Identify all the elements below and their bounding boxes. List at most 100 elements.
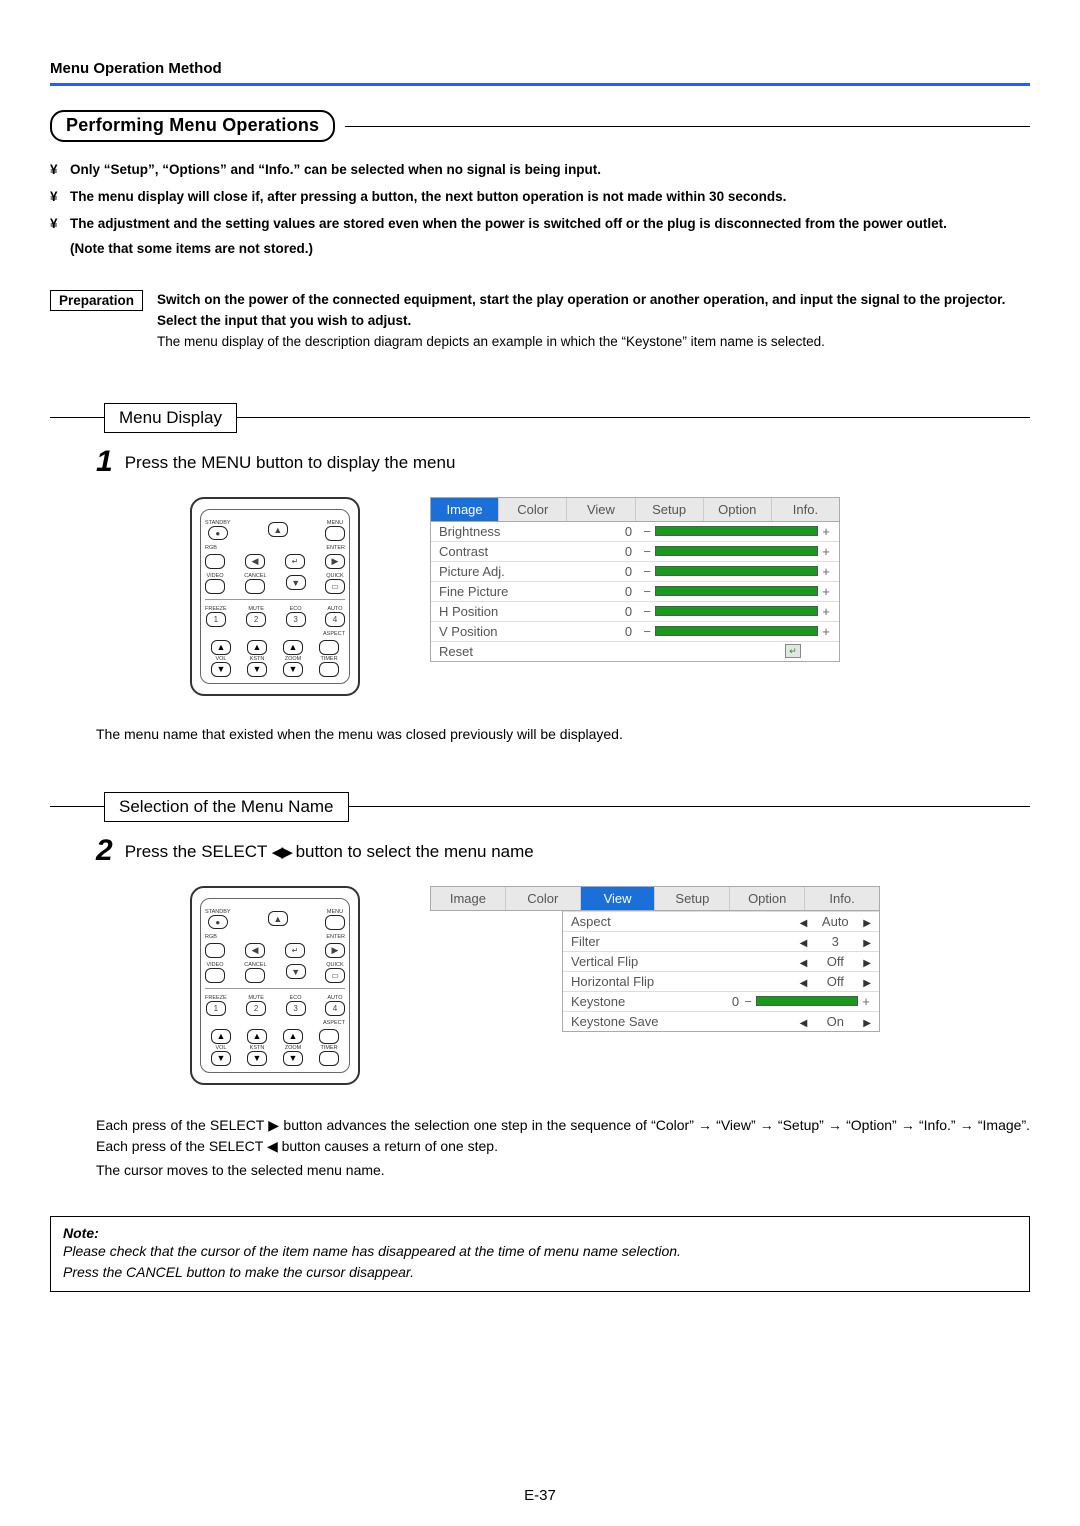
num3-button: 3 [286,1001,306,1016]
bullet-glyph: ¥ [50,160,64,181]
osd-body: AspectAuto Filter3 Vertical FlipOff Hori… [562,911,880,1032]
osd-row: Keystone Save On [563,1011,879,1031]
note-title: Note: [63,1225,1017,1241]
btn-label: MENU [327,520,343,526]
slider: −+ [743,994,871,1009]
note-box: Note: Please check that the cursor of th… [50,1216,1030,1292]
slider: −+ [642,624,831,639]
kstn-up: ▲ [247,1029,267,1044]
left-button: ◀ [245,943,265,958]
num2-button: 2 [246,612,266,627]
osd-row: Vertical FlipOff [563,951,879,971]
btn-label: ENTER [326,545,345,551]
tab-view: View [567,498,635,521]
osd-value: 0 [618,604,636,619]
up-button: ▲ [268,522,288,537]
step2-label-bar: Selection of the Menu Name [50,792,1030,822]
btn-label: VOL [215,1045,226,1051]
osd-value: Off [811,974,859,989]
osd-value: 0 [618,584,636,599]
osd-row: Filter3 [563,931,879,951]
step1-row: 1 Press the MENU button to display the m… [96,447,1030,477]
note-text: The adjustment and the setting values ar… [70,214,947,235]
prep-line2: Select the input that you wish to adjust… [157,313,411,328]
section-title-row: Performing Menu Operations [50,110,1030,142]
osd-row: V Position0−+ [431,621,839,641]
slider: −+ [642,544,831,559]
tab-color: Color [506,887,581,910]
kstn-up: ▲ [247,640,267,655]
preparation-row: Preparation Switch on the power of the c… [50,290,1030,353]
osd-value: 0 [717,994,739,1009]
osd-value: On [811,1014,859,1029]
vol-up: ▲ [211,1029,231,1044]
left-arrow-icon [800,954,808,969]
btn-label: RGB [205,934,217,940]
remote-inner: STANDBY● ▲ MENU RGB ENTER ◀ ↵ ▶ VIDEO CA… [200,898,350,1073]
osd-label: Keystone Save [571,1014,796,1029]
step1-label-bar: Menu Display [50,403,1030,433]
page-header: Menu Operation Method [50,60,1030,77]
slider: −+ [642,604,831,619]
down-button: ▼ [286,964,306,979]
btn-label: ZOOM [285,656,302,662]
osd-label: V Position [439,624,612,639]
bullet-glyph: ¥ [50,214,64,235]
osd-label: Brightness [439,524,612,539]
osd-row: AspectAuto [563,911,879,931]
right-button: ▶ [325,943,345,958]
bar-lead [50,417,104,418]
osd-row: Keystone0−+ [563,991,879,1011]
step2-text: Press the SELECT ◀▶ button to select the… [125,842,534,862]
btn-label: MUTE [248,606,264,612]
osd-label: Horizontal Flip [571,974,796,989]
prep-line3: The menu display of the description diag… [157,334,825,349]
bullet-glyph: ¥ [50,187,64,208]
osd-menu-view: Image Color View Setup Option Info. Aspe… [430,886,880,1032]
bar-trail [237,417,1030,418]
osd-value: 3 [811,934,859,949]
num4-button: 4 [325,612,345,627]
right-arrow-icon [863,934,871,949]
rgb-button [205,554,225,569]
osd-label: Picture Adj. [439,564,612,579]
timer-button [319,1051,339,1066]
slider: −+ [642,584,831,599]
osd-row: Fine Picture0−+ [431,581,839,601]
osd-row: Contrast0−+ [431,541,839,561]
btn-label: TIMER [320,1045,337,1051]
btn-label: ECO [290,606,302,612]
section-trail [345,126,1030,127]
standby-button: ● [208,526,228,540]
left-arrow-icon [800,934,808,949]
enter-button: ↵ [285,943,305,958]
cancel-button [245,579,265,594]
slider: −+ [642,564,831,579]
remote-inner: STANDBY● ▲ MENU RGB ENTER ◀ ↵ ▶ VIDEO CA… [200,509,350,684]
menu-button [325,526,345,541]
prep-line1: Switch on the power of the connected equ… [157,292,1005,307]
osd-value: 0 [618,524,636,539]
btn-label: MENU [327,909,343,915]
page-number: E-37 [0,1487,1080,1504]
remote-diagram: STANDBY● ▲ MENU RGB ENTER ◀ ↵ ▶ VIDEO CA… [190,497,360,696]
osd-value: 0 [618,564,636,579]
osd-tabs: Image Color View Setup Option Info. [430,497,840,522]
video-button [205,968,225,983]
btn-label: AUTO [327,606,342,612]
zoom-down: ▼ [283,1051,303,1066]
osd-value: Auto [811,914,859,929]
num1-button: 1 [206,612,226,627]
step2-caption2: The cursor moves to the selected menu na… [96,1162,1030,1178]
osd-reset-row: Reset↵ [431,641,839,661]
note-text: The menu display will close if, after pr… [70,187,786,208]
down-button: ▼ [286,575,306,590]
step2-label: Selection of the Menu Name [104,792,349,822]
figure-row-1: STANDBY● ▲ MENU RGB ENTER ◀ ↵ ▶ VIDEO CA… [190,497,1030,696]
step2-row: 2 Press the SELECT ◀▶ button to select t… [96,836,1030,866]
btn-label: QUICK [326,962,343,968]
preparation-label: Preparation [50,290,143,311]
osd-label: H Position [439,604,612,619]
tab-option: Option [704,498,772,521]
tab-info: Info. [805,887,879,910]
